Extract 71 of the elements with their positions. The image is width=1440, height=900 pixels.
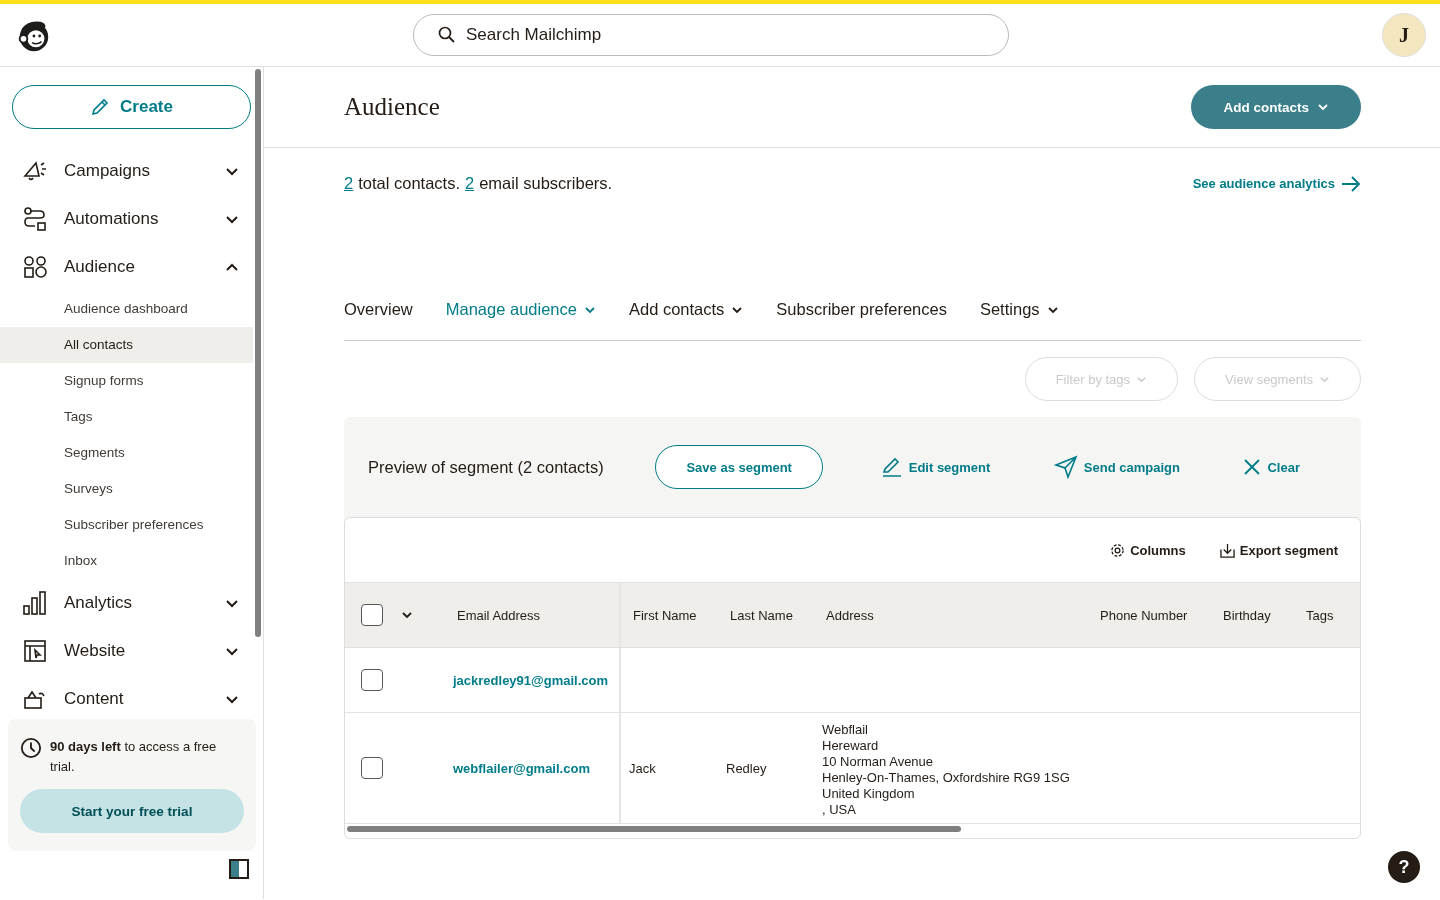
trial-message: 90 days left to access a free trial. [49,738,218,776]
table-tool-button[interactable]: Export segment [1213,541,1344,559]
column-header[interactable]: First Name [633,607,697,623]
pencil-icon [880,456,903,478]
start-trial-button[interactable]: Start your free trial [20,789,244,833]
tab[interactable]: Settings [979,300,1059,319]
subscribers-label: email subscribers. [479,174,613,193]
total-contacts-label: total contacts. [358,174,460,193]
caret-icon[interactable] [401,609,413,621]
tab[interactable]: Manage audience [445,300,596,319]
save-segment-button[interactable]: Save as segment [655,445,824,489]
nav-section[interactable]: Website [0,627,253,675]
column-header[interactable]: Address [826,607,874,623]
paper-plane-icon [1053,455,1078,479]
create-button[interactable]: Create [12,85,251,129]
address-cell: Webflail Hereward 10 Norman Avenue Henley-On-Thames, Oxfordshire RG9 1SG United Kingdom , USA [822,722,1070,818]
arrow-right-icon [1341,175,1361,192]
email-link[interactable]: jackredley91@gmail.com [453,672,609,688]
audience-analytics-link[interactable]: See audience analytics [1192,175,1361,192]
tab[interactable]: Overview [344,300,413,319]
nav-subitem[interactable]: All contacts [0,327,253,363]
bar-chart-icon [22,590,48,616]
nav-subitem[interactable]: Signup forms [0,363,253,399]
email-link[interactable]: webflailer@gmail.com [453,760,590,776]
scrollbar[interactable] [255,69,261,637]
row-checkbox[interactable] [361,757,383,779]
user-avatar[interactable]: J [1382,13,1426,57]
tab[interactable]: Add contacts [628,300,744,319]
nav-section[interactable]: Automations [0,195,253,243]
search-field[interactable]: Search Mailchimp [413,14,1009,56]
browser-window-icon [22,638,48,664]
table-tool-button[interactable]: Columns [1104,541,1192,559]
segment-action-button[interactable]: Clear [1237,457,1306,477]
column-header[interactable]: Last Name [730,607,793,623]
workflow-icon [22,206,48,232]
segment-action-button[interactable]: Send campaign [1047,454,1186,480]
nav-subitem[interactable]: Surveys [0,471,253,507]
nav-subitem[interactable]: Subscriber preferences [0,507,253,543]
download-tray-icon [1219,542,1235,558]
nav-subitem[interactable]: Tags [0,399,253,435]
pencil-icon [90,97,111,117]
help-button[interactable]: ? [1388,851,1420,883]
add-contacts-button[interactable]: Add contacts [1191,85,1361,129]
sidebar-toggle-icon[interactable] [229,859,249,879]
table-cell: Jack [629,760,656,776]
nav-subitem[interactable]: Inbox [0,543,253,579]
clock-icon [20,737,42,759]
row-checkbox[interactable] [361,669,383,691]
tab[interactable]: Subscriber preferences [776,300,947,319]
select-all-checkbox[interactable] [361,604,383,626]
nav-section[interactable]: Campaigns [0,147,253,195]
segment-title: Preview of segment (2 contacts) [368,457,604,477]
column-header[interactable]: Phone Number [1100,607,1188,623]
nav-section[interactable]: Analytics [0,579,253,627]
nav-subitem[interactable]: Audience dashboard [0,291,253,327]
nav-subitem[interactable]: Segments [0,435,253,471]
page-title: Audience [344,93,440,121]
table-cell: Redley [726,760,767,776]
caret-icon [1317,101,1329,113]
settings-icon [1110,542,1126,558]
people-icon [22,254,48,280]
horizontal-scrollbar[interactable] [347,826,961,832]
subscribers-link[interactable]: 2 [465,174,475,193]
column-header[interactable]: Tags [1306,607,1334,623]
close-icon [1243,458,1262,476]
segment-action-button[interactable]: Edit segment [874,455,997,479]
nav-section[interactable]: Audience [0,243,253,291]
column-header[interactable]: Email Address [457,607,541,623]
column-header[interactable]: Birthday [1223,607,1271,623]
total-contacts-link[interactable]: 2 [344,174,354,193]
nav-section[interactable]: Content [0,675,253,710]
